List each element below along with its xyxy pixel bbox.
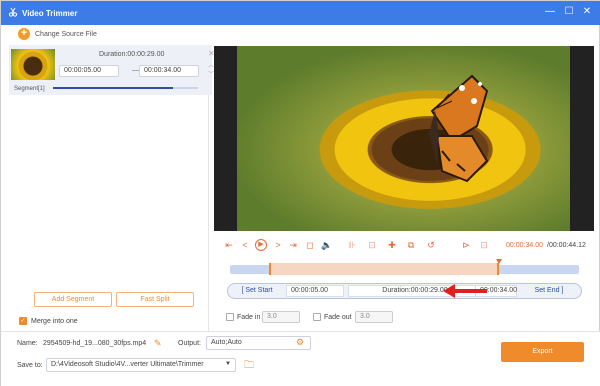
title-bar: Video Trimmer — ☐ ✕ bbox=[1, 1, 600, 25]
skip-end-icon[interactable]: ⇥ bbox=[288, 240, 298, 250]
butterfly-image bbox=[429, 74, 489, 183]
set-in-icon[interactable]: ⊳ bbox=[461, 240, 471, 250]
next-frame-icon[interactable]: > bbox=[273, 240, 283, 250]
maximize-icon[interactable]: ☐ bbox=[563, 6, 575, 18]
edit-icon[interactable]: ✎ bbox=[154, 338, 162, 349]
set-start-button[interactable]: [ Set Start bbox=[232, 284, 282, 298]
video-frame bbox=[237, 46, 570, 231]
video-trimmer-window: Video Trimmer — ☐ ✕ + Change Source File… bbox=[0, 0, 600, 386]
play-icon[interactable]: ▶ bbox=[255, 239, 267, 251]
name-label: Name: bbox=[17, 340, 38, 347]
total-time: /00:00:44.12 bbox=[547, 242, 586, 249]
segment-panel: Duration:00:00:29.00 00:00:05.00 — 00:00… bbox=[9, 45, 215, 331]
merge-checkbox[interactable]: ✓ bbox=[19, 317, 27, 325]
fast-split-button[interactable]: Fast Split bbox=[116, 292, 194, 307]
plus-icon[interactable]: + bbox=[18, 28, 30, 40]
time-separator: — bbox=[132, 67, 139, 74]
add-icon[interactable]: ✚ bbox=[387, 240, 397, 250]
set-end-button[interactable]: Set End ] bbox=[520, 284, 578, 298]
export-button[interactable]: Export bbox=[501, 342, 584, 362]
add-segment-button[interactable]: Add Segment bbox=[34, 292, 112, 307]
save-to-label: Save to: bbox=[17, 362, 43, 369]
timeline-selection[interactable] bbox=[269, 263, 499, 275]
segment-card[interactable]: Duration:00:00:29.00 00:00:05.00 — 00:00… bbox=[9, 45, 215, 95]
skip-start-icon[interactable]: ⇤ bbox=[224, 240, 234, 250]
copy-icon[interactable]: ⧉ bbox=[406, 240, 416, 250]
toolbar: + Change Source File bbox=[1, 25, 600, 45]
volume-icon[interactable]: 🔈 bbox=[321, 240, 332, 250]
playhead[interactable] bbox=[495, 259, 502, 264]
fade-in-checkbox[interactable] bbox=[226, 313, 234, 321]
file-name-value: 2954509-hd_19...080_30fps.mp4 bbox=[43, 340, 147, 347]
set-end-label: Set End bbox=[534, 287, 560, 294]
dropdown-icon[interactable]: ▼ bbox=[225, 361, 231, 367]
fade-in-stepper[interactable]: 3.0 bbox=[262, 311, 300, 323]
red-arrow-icon bbox=[443, 284, 487, 298]
video-preview bbox=[214, 46, 594, 231]
segment-end-time[interactable]: 00:00:34.00 bbox=[139, 65, 199, 77]
fade-out-label: Fade out bbox=[324, 314, 352, 321]
scissors-icon bbox=[8, 7, 18, 17]
trim-start-field[interactable]: 00:00:05.00 bbox=[286, 285, 344, 297]
merge-label: Merge into one bbox=[31, 318, 78, 325]
segment-label: Segment[1] bbox=[14, 86, 45, 92]
folder-icon[interactable]: 🗀 bbox=[244, 358, 254, 375]
segment-duration: Duration:00:00:29.00 bbox=[99, 51, 165, 58]
change-source-file-button[interactable]: Change Source File bbox=[35, 31, 97, 38]
minimize-icon[interactable]: — bbox=[544, 6, 556, 18]
set-out-icon[interactable]: ⊡ bbox=[479, 240, 489, 250]
split-icon[interactable]: ⊪ bbox=[347, 240, 357, 250]
close-icon[interactable]: ✕ bbox=[581, 6, 593, 18]
output-label: Output: bbox=[178, 340, 201, 347]
set-start-label: Set Start bbox=[245, 287, 273, 294]
current-time: 00:00:34.00 bbox=[506, 242, 543, 249]
fade-out-checkbox[interactable] bbox=[313, 313, 321, 321]
trim-controls-row: [ Set Start 00:00:05.00 Duration:00:00:2… bbox=[227, 283, 582, 299]
stop-icon[interactable]: ◻ bbox=[305, 240, 315, 250]
segment-range-bar bbox=[53, 87, 173, 89]
window-title: Video Trimmer bbox=[22, 9, 78, 18]
reset-icon[interactable]: ↺ bbox=[426, 240, 436, 250]
crop-icon[interactable]: ⊡ bbox=[367, 240, 377, 250]
segment-thumbnail bbox=[11, 49, 55, 80]
segment-start-time[interactable]: 00:00:05.00 bbox=[59, 65, 119, 77]
gear-icon[interactable]: ⚙ bbox=[296, 337, 304, 348]
fade-out-stepper[interactable]: 3.0 bbox=[355, 311, 393, 323]
fade-in-label: Fade in bbox=[237, 314, 261, 321]
previous-frame-icon[interactable]: < bbox=[240, 240, 250, 250]
save-path-field[interactable]: D:\4Videosoft Studio\4V...verter Ultimat… bbox=[46, 358, 236, 372]
